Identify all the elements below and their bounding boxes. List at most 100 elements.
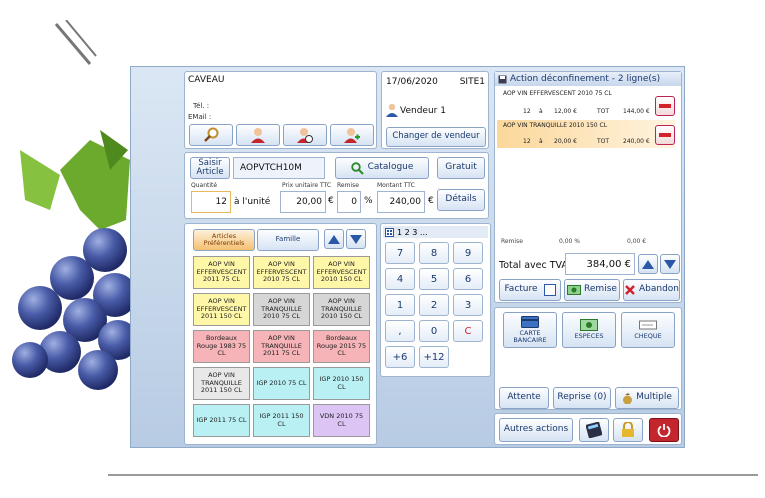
line-at: à — [539, 138, 543, 145]
session-panel: 17/06/2020 SITE1 Vendeur 1 Changer de ve… — [381, 71, 489, 149]
key-3[interactable]: 3 — [453, 294, 483, 316]
add-customer-button[interactable] — [330, 124, 374, 146]
scroll-down-button[interactable] — [346, 229, 366, 249]
article-browser-panel: Articles Préférentiels Famille AOP VIN E… — [184, 223, 377, 445]
attente-button[interactable]: Attente — [499, 387, 549, 409]
calculator-button[interactable] — [579, 418, 609, 442]
article-tile[interactable]: AOP VIN EFFERVESCENT 2010 75 CL — [253, 256, 310, 289]
article-tile[interactable]: AOP VIN EFFERVESCENT 2011 75 CL — [193, 256, 250, 289]
key-6[interactable]: 6 — [453, 268, 483, 290]
abandon-label: Abandon — [638, 284, 679, 295]
key-1[interactable]: 1 — [385, 294, 415, 316]
article-tile[interactable]: AOP VIN EFFERVESCENT 2011 150 CL — [193, 293, 250, 326]
line-name: AOP VIN EFFERVESCENT 2010 75 CL — [503, 90, 612, 97]
customer-history-button[interactable] — [283, 124, 327, 146]
line-price: 20,00 € — [554, 138, 577, 145]
catalogue-label: Catalogue — [367, 162, 414, 173]
discount-input[interactable]: 0 — [337, 191, 361, 213]
abandon-button[interactable]: Abandon — [623, 279, 680, 301]
article-tile[interactable]: IGP 2010 75 CL — [253, 367, 310, 400]
arrow-up-icon — [328, 234, 340, 244]
divider-line — [108, 474, 758, 476]
article-tile[interactable]: AOP VIN TRANQUILLE 2011 75 CL — [253, 330, 310, 363]
key-plus12[interactable]: +12 — [419, 346, 449, 368]
article-entry-panel: Saisir Article AOPVTCH10M Catalogue Grat… — [184, 152, 489, 219]
arrow-down-icon — [350, 234, 362, 244]
key-comma[interactable]: , — [385, 320, 415, 342]
qty-label: Quantité — [191, 182, 218, 189]
tab-favorites[interactable]: Articles Préférentiels — [193, 229, 255, 251]
article-tile[interactable]: IGP 2010 150 CL — [313, 367, 370, 400]
money-icon — [567, 285, 582, 295]
line-total: 144,00 € — [623, 108, 650, 115]
magnifier-icon — [204, 127, 219, 142]
cash-label: ESPECES — [574, 332, 604, 341]
article-tile[interactable]: Bordeaux Rouge 1983 75 CL — [193, 330, 250, 363]
email-label: EMail : — [188, 113, 212, 121]
cross-icon — [625, 285, 635, 295]
article-tile[interactable]: AOP VIN TRANQUILLE 2010 150 CL — [313, 293, 370, 326]
delete-line-button[interactable] — [655, 125, 675, 145]
payment-panel: CARTE BANCAIRE ESPECES CHEQUE Attente Re… — [494, 307, 682, 410]
power-button[interactable] — [649, 418, 679, 442]
search-customer-button[interactable] — [189, 124, 233, 146]
price-input[interactable]: 20,00 — [280, 191, 326, 213]
key-9[interactable]: 9 — [453, 242, 483, 264]
key-5[interactable]: 5 — [419, 268, 449, 290]
ticket-line[interactable]: AOP VIN EFFERVESCENT 2010 75 CL 12 à 12,… — [497, 88, 675, 116]
article-tile[interactable]: IGP 2011 75 CL — [193, 404, 250, 437]
vendor-icon — [386, 103, 398, 117]
article-code-input[interactable]: AOPVTCH10M — [233, 157, 325, 179]
article-tile[interactable]: Bordeaux Rouge 2015 75 CL — [313, 330, 370, 363]
decorative-lines — [54, 20, 97, 65]
change-vendor-button[interactable]: Changer de vendeur — [386, 127, 486, 147]
ticket-line-selected[interactable]: AOP VIN TRANQUILLE 2010 150 CL 12 à 20,0… — [497, 120, 675, 148]
cash-payment-button[interactable]: ESPECES — [562, 312, 616, 348]
autres-actions-button[interactable]: Autres actions — [499, 418, 573, 442]
remise-button[interactable]: Remise — [564, 279, 620, 301]
key-0[interactable]: 0 — [419, 320, 449, 342]
key-7[interactable]: 7 — [385, 242, 415, 264]
cheque-payment-button[interactable]: CHEQUE — [621, 312, 675, 348]
saisir-article-button[interactable]: Saisir Article — [190, 157, 230, 179]
key-clear[interactable]: C — [453, 320, 483, 342]
qty-input[interactable]: 12 — [191, 191, 231, 213]
tel-label: Tél. : — [193, 102, 210, 110]
tab-family[interactable]: Famille — [257, 229, 319, 251]
article-tile[interactable]: AOP VIN EFFERVESCENT 2010 150 CL — [313, 256, 370, 289]
customer-panel: CAVEAU Tél. : EMail : — [184, 71, 377, 149]
article-tile[interactable]: AOP VIN TRANQUILLE 2010 75 CL — [253, 293, 310, 326]
reprise-button[interactable]: Reprise (0) — [553, 387, 611, 409]
line-price: 12,00 € — [554, 108, 577, 115]
session-date: 17/06/2020 — [386, 77, 438, 87]
vendor-name: Vendeur 1 — [400, 106, 446, 116]
key-plus6[interactable]: +6 — [385, 346, 415, 368]
customer-button[interactable] — [236, 124, 280, 146]
remise-button-label: Remise — [584, 284, 617, 295]
ticket-scroll-down-button[interactable] — [660, 254, 680, 274]
key-2[interactable]: 2 — [419, 294, 449, 316]
line-at: à — [539, 108, 543, 115]
ticket-header: Action déconfinement - 2 ligne(s) — [495, 72, 681, 86]
details-button[interactable]: Détails — [437, 189, 485, 211]
discount-label: Remise — [337, 182, 359, 189]
article-tile[interactable]: IGP 2011 150 CL — [253, 404, 310, 437]
catalogue-button[interactable]: Catalogue — [335, 157, 429, 179]
total-label: Total avec TVA — [499, 260, 568, 271]
ticket-scroll-up-button[interactable] — [638, 254, 658, 274]
lock-button[interactable] — [613, 418, 643, 442]
article-tile[interactable]: AOP VIN TRANQUILLE 2011 150 CL — [193, 367, 250, 400]
multiple-button[interactable]: Multiple — [615, 387, 679, 409]
delete-line-button[interactable] — [655, 96, 675, 116]
amount-input[interactable]: 240,00 — [377, 191, 425, 213]
article-tile[interactable]: VDN 2010 75 CL — [313, 404, 370, 437]
power-icon — [657, 424, 671, 437]
multiple-label: Multiple — [636, 392, 672, 403]
key-8[interactable]: 8 — [419, 242, 449, 264]
key-4[interactable]: 4 — [385, 268, 415, 290]
facture-checkbox[interactable] — [543, 284, 556, 296]
gratuit-button[interactable]: Gratuit — [437, 157, 485, 179]
scroll-up-button[interactable] — [324, 229, 344, 249]
card-payment-button[interactable]: CARTE BANCAIRE — [503, 312, 557, 348]
facture-toggle[interactable]: Facture — [499, 279, 561, 301]
